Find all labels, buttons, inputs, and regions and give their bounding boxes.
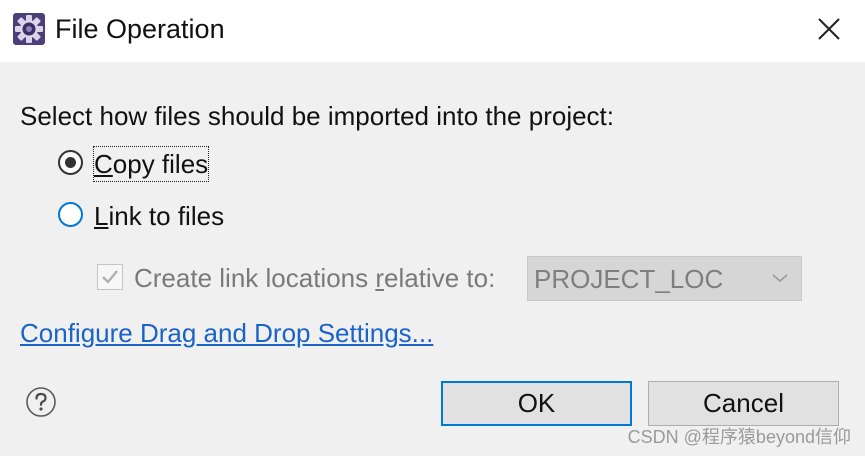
ok-button[interactable]: OK: [441, 381, 632, 426]
csdn-watermark: CSDN @程序猿beyond信仰: [627, 427, 851, 447]
relative-to-combo[interactable]: PROJECT_LOC: [527, 256, 802, 301]
combo-selected-value: PROJECT_LOC: [534, 264, 724, 294]
window-title: File Operation: [55, 14, 225, 44]
cancel-button[interactable]: Cancel: [648, 381, 839, 426]
file-operation-dialog: File Operation Select how files should b…: [0, 0, 865, 456]
radio-unselected-indicator[interactable]: [58, 202, 83, 227]
chevron-down-icon: [772, 274, 788, 283]
close-icon[interactable]: [808, 12, 848, 48]
radio-selected-indicator[interactable]: [58, 150, 83, 175]
copy-files-label: Copy files: [92, 146, 210, 182]
eclipse-gear-icon: [13, 13, 45, 45]
link-to-files-label: Link to files: [94, 201, 225, 231]
title-bar: File Operation: [0, 0, 865, 62]
checkmark-icon: [102, 270, 118, 284]
configure-drag-drop-link[interactable]: Configure Drag and Drop Settings...: [20, 316, 433, 350]
import-prompt: Select how files should be imported into…: [20, 101, 615, 131]
checkbox-box[interactable]: [97, 264, 123, 290]
help-question-icon[interactable]: [25, 386, 57, 418]
create-link-relative-label: Create link locations relative to:: [134, 263, 496, 293]
